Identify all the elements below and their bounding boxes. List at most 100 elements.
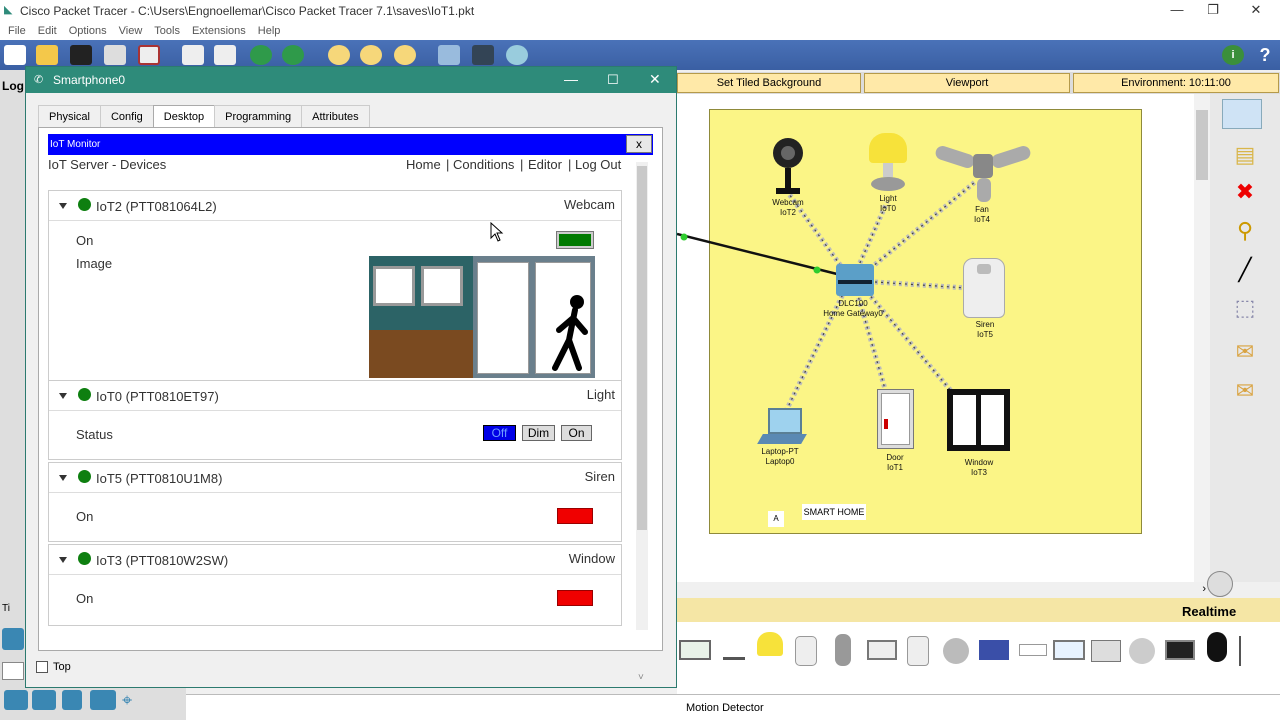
help-icon[interactable]: ? — [1254, 45, 1276, 65]
device-card-header[interactable]: IoT0 (PTT0810ET97) Light — [49, 381, 621, 411]
environment-button[interactable]: Environment: 10:11:00 — [1073, 73, 1279, 93]
door-device-icon[interactable] — [877, 389, 914, 449]
restore-button[interactable]: ❐ — [1198, 2, 1228, 20]
select-tool-icon[interactable] — [1222, 99, 1262, 129]
bottom-device-monitor-icon[interactable] — [679, 640, 711, 660]
note-a[interactable]: A — [768, 511, 784, 527]
nav-home-link[interactable]: Home — [406, 157, 441, 172]
set-tiled-background-button[interactable]: Set Tiled Background — [677, 73, 861, 93]
draw-line-tool-icon[interactable]: ╱ — [1228, 255, 1262, 285]
bottom-device-sensor-icon[interactable] — [723, 646, 745, 660]
home-gateway-device-icon[interactable] — [836, 264, 874, 296]
fan-device-icon[interactable] — [933, 140, 1033, 204]
collapse-triangle-icon[interactable] — [59, 557, 67, 563]
light-device-icon[interactable] — [865, 133, 911, 193]
light-off-button[interactable]: Off — [483, 425, 516, 441]
minimize-button[interactable]: — — [1162, 2, 1192, 20]
bottom-device-speaker-icon[interactable] — [835, 634, 851, 666]
paste-icon[interactable] — [214, 45, 236, 65]
laptop-device-icon[interactable] — [757, 408, 807, 446]
bottom-device-panel-icon[interactable] — [1091, 640, 1121, 662]
new-file-icon[interactable] — [4, 45, 26, 65]
menu-help[interactable]: Help — [258, 25, 281, 37]
iot-list-scrollbar[interactable] — [636, 162, 648, 630]
device-card-header[interactable]: IoT2 (PTT081064L2) Webcam — [49, 191, 621, 221]
tab-desktop[interactable]: Desktop — [152, 105, 216, 128]
scroll-right-icon[interactable]: › — [1202, 583, 1206, 595]
bottom-device-motion-icon[interactable] — [1129, 638, 1155, 664]
bottom-device-tv-icon[interactable] — [1165, 640, 1195, 660]
dialog-minimize-button[interactable]: — — [564, 71, 578, 87]
menu-file[interactable]: File — [8, 25, 26, 37]
nav-logout-link[interactable]: Log Out — [575, 157, 621, 172]
tab-attributes[interactable]: Attributes — [301, 105, 370, 127]
bottom-device-detector-icon[interactable] — [907, 636, 929, 666]
menu-extensions[interactable]: Extensions — [192, 25, 246, 37]
nav-editor-link[interactable]: Editor — [528, 157, 562, 172]
webcam-device-icon[interactable] — [772, 138, 804, 196]
bottom-device-strip-icon[interactable] — [1019, 644, 1047, 656]
device-card-header[interactable]: IoT3 (PTT0810W2SW) Window — [49, 545, 621, 575]
bottom-device-lamp-icon[interactable] — [757, 632, 783, 656]
custom-device-icon[interactable] — [472, 45, 494, 65]
dialog-close-button[interactable]: ✕ — [649, 71, 661, 88]
save-icon[interactable] — [70, 45, 92, 65]
bottom-device-solar-icon[interactable] — [979, 640, 1009, 660]
redo-icon[interactable] — [282, 45, 304, 65]
tab-physical[interactable]: Physical — [38, 105, 101, 127]
palette-icon[interactable] — [438, 45, 460, 65]
device-card-header[interactable]: IoT5 (PTT0810U1M8) Siren — [49, 463, 621, 493]
collapse-triangle-icon[interactable] — [59, 475, 67, 481]
light-dim-button[interactable]: Dim — [522, 425, 555, 441]
menu-edit[interactable]: Edit — [38, 25, 57, 37]
print-icon[interactable] — [104, 45, 126, 65]
canvas-vertical-scrollbar[interactable] — [1194, 94, 1210, 582]
multiuser-icon[interactable] — [90, 690, 116, 710]
window-device-icon[interactable] — [947, 389, 1010, 451]
tab-config[interactable]: Config — [99, 105, 154, 127]
bottom-device-box-icon[interactable] — [867, 640, 897, 660]
resize-tool-icon[interactable]: ⬚ — [1228, 293, 1262, 323]
category-box-icon[interactable] — [2, 662, 24, 680]
complex-pdu-icon[interactable]: ✉ — [1228, 376, 1262, 406]
collapse-triangle-icon[interactable] — [59, 393, 67, 399]
cloud-icon[interactable] — [506, 45, 528, 65]
inspect-tool-icon[interactable]: ⚲ — [1228, 216, 1262, 246]
bottom-device-screen-icon[interactable] — [1053, 640, 1085, 660]
bottom-device-webcam-icon[interactable] — [1207, 632, 1227, 662]
zoom-out-icon[interactable] — [394, 45, 416, 65]
zoom-reset-icon[interactable] — [360, 45, 382, 65]
tab-programming[interactable]: Programming — [214, 105, 303, 127]
scroll-down-icon[interactable]: ˅ — [638, 672, 644, 683]
bottom-device-antenna-icon[interactable] — [1239, 636, 1253, 666]
end-device-icon[interactable] — [32, 690, 56, 710]
menu-view[interactable]: View — [119, 25, 143, 37]
menu-options[interactable]: Options — [69, 25, 107, 37]
nav-conditions-link[interactable]: Conditions — [453, 157, 514, 172]
info-icon[interactable]: i — [1222, 45, 1244, 65]
time-tab-label[interactable]: Ti — [2, 603, 10, 614]
simple-pdu-icon[interactable]: ✉ — [1228, 337, 1262, 367]
smart-home-note[interactable]: SMART HOME — [802, 504, 866, 520]
menu-tools[interactable]: Tools — [154, 25, 180, 37]
delete-tool-icon[interactable]: ✖ — [1228, 177, 1262, 207]
note-tool-icon[interactable]: ▤ — [1228, 140, 1262, 170]
light-on-button[interactable]: On — [561, 425, 592, 441]
router-category-icon[interactable] — [2, 628, 24, 650]
bottom-device-appliance-icon[interactable] — [795, 636, 817, 666]
collapse-triangle-icon[interactable] — [59, 203, 67, 209]
dialog-maximize-button[interactable]: ☐ — [607, 72, 619, 88]
viewport-button[interactable]: Viewport — [864, 73, 1070, 93]
close-button[interactable]: ✕ — [1241, 2, 1271, 20]
connections-icon[interactable] — [4, 690, 28, 710]
activity-wizard-icon[interactable] — [138, 45, 160, 65]
bottom-device-round-icon[interactable] — [943, 638, 969, 664]
wan-emulation-icon[interactable]: ⌖ — [122, 690, 144, 712]
top-checkbox[interactable] — [36, 661, 48, 673]
clock-icon[interactable] — [1207, 571, 1233, 597]
canvas-horizontal-scrollbar[interactable]: › — [677, 582, 1210, 598]
copy-icon[interactable] — [182, 45, 204, 65]
zoom-in-icon[interactable] — [328, 45, 350, 65]
iot-monitor-close-button[interactable]: x — [626, 135, 652, 153]
undo-icon[interactable] — [250, 45, 272, 65]
